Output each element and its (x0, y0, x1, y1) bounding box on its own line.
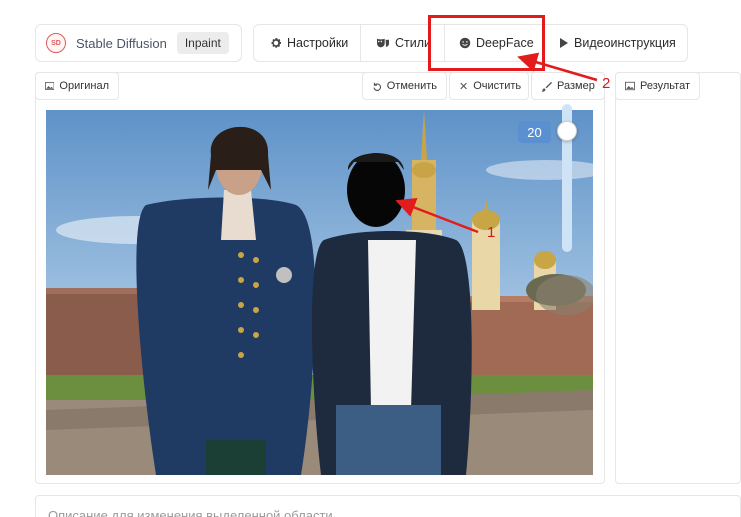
edited-photo[interactable] (46, 110, 593, 475)
clear-button[interactable]: ✕ Очистить (449, 72, 529, 100)
image-icon (625, 81, 635, 91)
original-tab[interactable]: Оригинал (35, 72, 119, 100)
result-tab[interactable]: Результат (615, 72, 700, 100)
undo-label: Отменить (386, 80, 437, 92)
brush-icon (541, 81, 552, 92)
mask-icon (377, 38, 389, 48)
mode-badge: Inpaint (176, 32, 229, 54)
image-icon (45, 82, 55, 90)
video-instruction-label: Видеоинструкция (574, 36, 676, 50)
gear-icon (271, 38, 282, 48)
brush-size-button[interactable]: Размер (531, 72, 605, 100)
brush-size-value: 20 (518, 121, 551, 143)
nav-divider (360, 25, 361, 61)
original-tab-label: Оригинал (59, 80, 109, 92)
play-icon (560, 38, 568, 48)
video-instruction-button[interactable]: Видеоинструкция (559, 25, 676, 61)
prompt-placeholder: Описание для изменения выделенной област… (48, 508, 333, 517)
annotation-number-2: 2 (602, 75, 611, 92)
annotation-number-1: 1 (487, 224, 496, 241)
result-tab-label: Результат (639, 80, 690, 92)
undo-button[interactable]: Отменить (362, 72, 447, 100)
close-icon: ✕ (459, 80, 469, 93)
styles-button[interactable]: Стили (376, 25, 431, 61)
inpaint-prompt-input[interactable]: Описание для изменения выделенной област… (35, 495, 741, 517)
settings-label: Настройки (287, 36, 349, 50)
deepface-highlight-box (428, 15, 545, 71)
app-title[interactable]: Stable Diffusion (76, 36, 167, 51)
brush-size-slider-handle[interactable] (557, 121, 577, 141)
result-panel (615, 72, 741, 484)
clear-label: Очистить (473, 80, 522, 92)
brush-size-label: Размер (557, 80, 595, 92)
brand-card: SD Stable Diffusion Inpaint (35, 24, 242, 62)
undo-icon (373, 82, 381, 91)
styles-label: Стили (395, 36, 432, 50)
stable-diffusion-logo-icon: SD (46, 33, 66, 53)
settings-button[interactable]: Настройки (270, 25, 348, 61)
